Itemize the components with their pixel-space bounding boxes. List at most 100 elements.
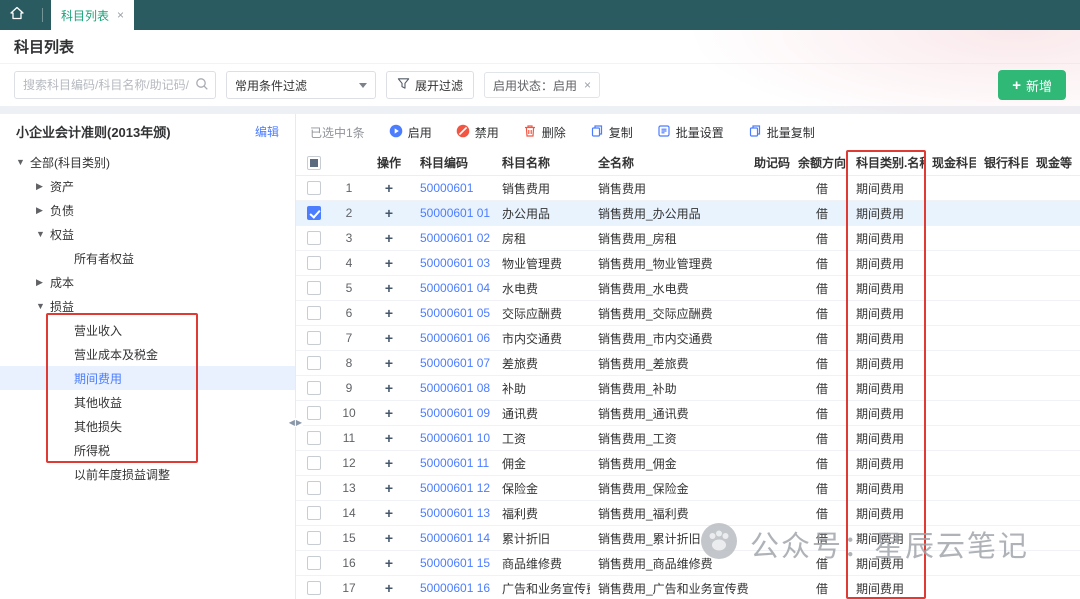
- tree-item-9[interactable]: 期间费用: [0, 366, 295, 390]
- chevron-down-icon[interactable]: ▼: [16, 157, 30, 167]
- add-child-button[interactable]: +: [385, 180, 393, 196]
- add-child-button[interactable]: +: [385, 280, 393, 296]
- subject-code-link[interactable]: 50000601 11: [420, 456, 489, 470]
- select-all-checkbox[interactable]: [307, 156, 321, 170]
- add-child-button[interactable]: +: [385, 380, 393, 396]
- tree-item-2[interactable]: ▶负债: [0, 198, 295, 222]
- add-child-button[interactable]: +: [385, 330, 393, 346]
- row-checkbox[interactable]: [307, 206, 321, 220]
- row-checkbox[interactable]: [307, 181, 321, 195]
- chevron-right-icon[interactable]: ▶: [36, 205, 50, 216]
- subject-code-link[interactable]: 50000601 13: [420, 506, 490, 520]
- tree-item-5[interactable]: ▶成本: [0, 270, 295, 294]
- row-checkbox[interactable]: [307, 506, 321, 520]
- row-checkbox[interactable]: [307, 281, 321, 295]
- tree-item-6[interactable]: ▼损益: [0, 294, 295, 318]
- table-row-15[interactable]: 15+50000601 14累计折旧销售费用_累计折旧借期间费用: [296, 526, 1080, 551]
- row-checkbox[interactable]: [307, 381, 321, 395]
- row-checkbox[interactable]: [307, 356, 321, 370]
- subject-code-link[interactable]: 50000601 04: [420, 281, 490, 295]
- batch-copy-button[interactable]: 批量复制: [748, 124, 815, 141]
- chevron-right-icon[interactable]: ▶: [36, 277, 50, 288]
- subject-code-link[interactable]: 50000601: [420, 181, 473, 195]
- search-input[interactable]: [14, 71, 216, 99]
- table-row-2[interactable]: 2+50000601 01办公用品销售费用_办公用品借期间费用: [296, 201, 1080, 226]
- add-child-button[interactable]: +: [385, 580, 393, 596]
- tab-close-icon[interactable]: ×: [117, 9, 124, 21]
- sidebar-collapse-handle[interactable]: ◀▶: [289, 418, 303, 427]
- table-row-1[interactable]: 1+50000601销售费用销售费用借期间费用: [296, 176, 1080, 201]
- subject-code-link[interactable]: 50000601 07: [420, 356, 490, 370]
- copy-button[interactable]: 复制: [590, 124, 633, 141]
- row-checkbox[interactable]: [307, 481, 321, 495]
- add-child-button[interactable]: +: [385, 430, 393, 446]
- tag-close-icon[interactable]: ×: [584, 78, 591, 92]
- tree-item-8[interactable]: 营业成本及税金: [0, 342, 295, 366]
- add-child-button[interactable]: +: [385, 255, 393, 271]
- tree-item-4[interactable]: 所有者权益: [0, 246, 295, 270]
- add-child-button[interactable]: +: [385, 405, 393, 421]
- add-child-button[interactable]: +: [385, 305, 393, 321]
- table-row-9[interactable]: 9+50000601 08补助销售费用_补助借期间费用: [296, 376, 1080, 401]
- table-row-14[interactable]: 14+50000601 13福利费销售费用_福利费借期间费用: [296, 501, 1080, 526]
- disable-button[interactable]: 禁用: [456, 124, 499, 141]
- chevron-down-icon[interactable]: ▼: [36, 301, 50, 311]
- add-child-button[interactable]: +: [385, 555, 393, 571]
- table-row-4[interactable]: 4+50000601 03物业管理费销售费用_物业管理费借期间费用: [296, 251, 1080, 276]
- tree-item-0[interactable]: ▼全部(科目类别): [0, 150, 295, 174]
- add-child-button[interactable]: +: [385, 355, 393, 371]
- home-button[interactable]: [0, 0, 34, 30]
- table-row-12[interactable]: 12+50000601 11佣金销售费用_佣金借期间费用: [296, 451, 1080, 476]
- subject-code-link[interactable]: 50000601 05: [420, 306, 490, 320]
- add-child-button[interactable]: +: [385, 230, 393, 246]
- tree-item-10[interactable]: 其他收益: [0, 390, 295, 414]
- row-checkbox[interactable]: [307, 556, 321, 570]
- add-child-button[interactable]: +: [385, 455, 393, 471]
- subject-code-link[interactable]: 50000601 09: [420, 406, 490, 420]
- row-checkbox[interactable]: [307, 231, 321, 245]
- table-row-17[interactable]: 17+50000601 16广告和业务宣传费销售费用_广告和业务宣传费借期间费用: [296, 576, 1080, 599]
- chevron-right-icon[interactable]: ▶: [36, 181, 50, 192]
- add-child-button[interactable]: +: [385, 480, 393, 496]
- tab-subject-list[interactable]: 科目列表 ×: [51, 0, 134, 30]
- table-row-10[interactable]: 10+50000601 09通讯费销售费用_通讯费借期间费用: [296, 401, 1080, 426]
- edit-link[interactable]: 编辑: [255, 123, 279, 140]
- table-row-7[interactable]: 7+50000601 06市内交通费销售费用_市内交通费借期间费用: [296, 326, 1080, 351]
- add-child-button[interactable]: +: [385, 505, 393, 521]
- row-checkbox[interactable]: [307, 256, 321, 270]
- subject-code-link[interactable]: 50000601 01: [420, 206, 490, 220]
- subject-code-link[interactable]: 50000601 14: [420, 531, 490, 545]
- tree-item-3[interactable]: ▼权益: [0, 222, 295, 246]
- table-row-8[interactable]: 8+50000601 07差旅费销售费用_差旅费借期间费用: [296, 351, 1080, 376]
- subject-code-link[interactable]: 50000601 10: [420, 431, 490, 445]
- batch-set-button[interactable]: 批量设置: [657, 124, 724, 141]
- subject-code-link[interactable]: 50000601 08: [420, 381, 490, 395]
- delete-button[interactable]: 删除: [523, 124, 566, 141]
- active-filter-tag[interactable]: 启用状态：启用 ×: [484, 72, 600, 98]
- subject-code-link[interactable]: 50000601 02: [420, 231, 490, 245]
- table-row-6[interactable]: 6+50000601 05交际应酬费销售费用_交际应酬费借期间费用: [296, 301, 1080, 326]
- row-checkbox[interactable]: [307, 306, 321, 320]
- tree-item-11[interactable]: 其他损失: [0, 414, 295, 438]
- add-child-button[interactable]: +: [385, 205, 393, 221]
- subject-code-link[interactable]: 50000601 12: [420, 481, 490, 495]
- tree-item-13[interactable]: 以前年度损益调整: [0, 462, 295, 486]
- tree-item-7[interactable]: 营业收入: [0, 318, 295, 342]
- row-checkbox[interactable]: [307, 581, 321, 595]
- table-row-13[interactable]: 13+50000601 12保险金销售费用_保险金借期间费用: [296, 476, 1080, 501]
- table-row-5[interactable]: 5+50000601 04水电费销售费用_水电费借期间费用: [296, 276, 1080, 301]
- row-checkbox[interactable]: [307, 406, 321, 420]
- tree-item-12[interactable]: 所得税: [0, 438, 295, 462]
- expand-filter-button[interactable]: 展开过滤: [386, 71, 474, 99]
- chevron-down-icon[interactable]: ▼: [36, 229, 50, 239]
- subject-code-link[interactable]: 50000601 03: [420, 256, 490, 270]
- row-checkbox[interactable]: [307, 531, 321, 545]
- subject-code-link[interactable]: 50000601 15: [420, 556, 490, 570]
- preset-filter-select[interactable]: 常用条件过滤: [226, 71, 376, 99]
- subject-code-link[interactable]: 50000601 16: [420, 581, 490, 595]
- table-row-11[interactable]: 11+50000601 10工资销售费用_工资借期间费用: [296, 426, 1080, 451]
- table-row-16[interactable]: 16+50000601 15商品维修费销售费用_商品维修费借期间费用: [296, 551, 1080, 576]
- add-child-button[interactable]: +: [385, 530, 393, 546]
- tree-item-1[interactable]: ▶资产: [0, 174, 295, 198]
- row-checkbox[interactable]: [307, 431, 321, 445]
